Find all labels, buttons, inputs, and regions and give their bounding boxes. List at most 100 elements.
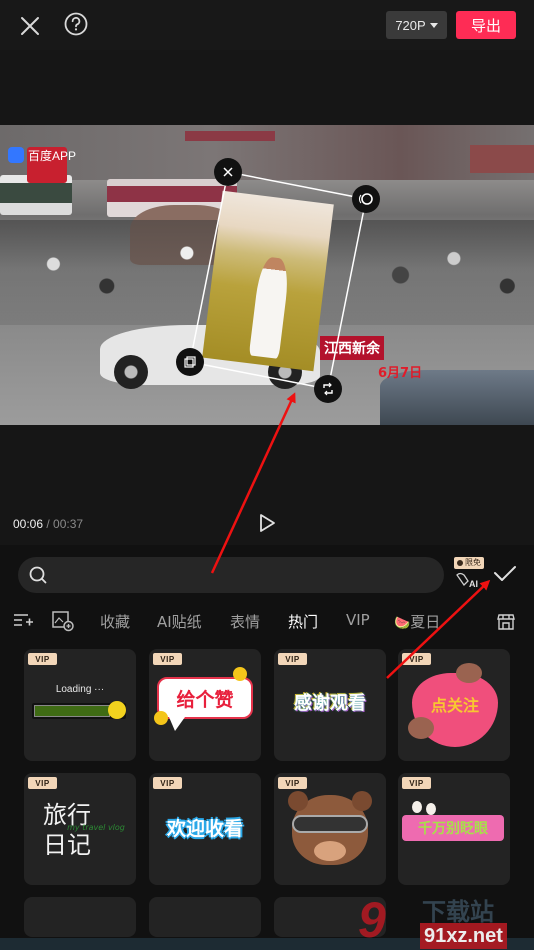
resolution-dropdown[interactable]: 720P (386, 11, 447, 39)
export-button[interactable]: 导出 (456, 11, 516, 39)
loading-bar (32, 701, 126, 719)
tab-favorites[interactable]: 收藏 (100, 611, 130, 632)
vip-badge: VIP (28, 653, 57, 665)
current-time: 00:06 (13, 517, 44, 531)
close-button[interactable] (16, 12, 44, 40)
ai-sticker-button[interactable]: 限免 AI (452, 557, 486, 591)
delete-handle[interactable] (214, 158, 242, 186)
vip-badge: VIP (28, 777, 57, 789)
rotate-icon (359, 193, 373, 205)
sticker-item[interactable] (274, 897, 386, 937)
caret-down-icon (429, 22, 438, 28)
limited-free-badge: 限免 (454, 557, 484, 569)
scale-icon (323, 382, 333, 396)
checkmark-icon (494, 566, 516, 581)
tab-summer-label: 夏日 (410, 613, 441, 631)
category-tabs: 收藏 AI贴纸 表情 热门 VIP 🍉夏日 (0, 607, 534, 637)
sticker-item[interactable] (149, 897, 261, 937)
bear-ear (352, 791, 372, 811)
video-scene-car (100, 325, 320, 389)
confirm-button[interactable] (490, 561, 520, 587)
smiley-icon (233, 667, 247, 681)
sticker-item-cool-bear[interactable]: VIP (274, 773, 386, 885)
watermelon-icon: 🍉 (394, 616, 411, 631)
loading-bar-fill (34, 705, 110, 717)
total-time: 00:37 (53, 517, 84, 531)
tab-hot[interactable]: 热门 (288, 611, 318, 632)
eye-icon (412, 801, 422, 813)
playback-time: 00:06 / 00:37 (13, 517, 83, 531)
resolution-value: 720P (395, 17, 426, 33)
sticker-item-loading[interactable]: VIP Loading ··· (24, 649, 136, 761)
sticker-item[interactable] (24, 897, 136, 937)
speech-tail (169, 717, 185, 731)
sticker-item-follow-heart[interactable]: VIP 点关注 (398, 649, 510, 761)
copy-icon (184, 356, 196, 368)
sticker-panel: 限免 AI 收藏 AI贴纸 表情 热门 VIP 🍉夏日 VIP Loading … (0, 545, 534, 950)
sunglasses-icon (292, 815, 368, 833)
vip-badge: VIP (153, 777, 182, 789)
sticker-text: 点关注 (430, 696, 479, 715)
system-nav-bar (0, 938, 534, 950)
sticker-store-button[interactable] (496, 612, 516, 636)
sticker-text: 给个赞 (157, 677, 253, 719)
manage-categories-button[interactable] (12, 610, 34, 634)
search-input[interactable] (56, 567, 416, 583)
sticker-item-travel-diary[interactable]: VIP 旅行日记 my travel vlog (24, 773, 136, 885)
pacman-icon (108, 701, 126, 719)
play-button[interactable] (257, 512, 277, 534)
preview-area: 百度APP 江西新余 6月7日 00:06 / 00:37 (0, 50, 534, 545)
bear-ear (288, 791, 308, 811)
store-icon (497, 614, 515, 630)
clock-icon (457, 560, 463, 566)
sticker-item-welcome-watch[interactable]: VIP 欢迎收看 (149, 773, 261, 885)
tab-ai-stickers[interactable]: AI贴纸 (157, 611, 202, 632)
svg-text:AI: AI (469, 579, 478, 589)
tab-vip[interactable]: VIP (346, 611, 370, 629)
bear-icon (456, 663, 482, 683)
time-separator: / (43, 517, 54, 531)
eye-icon (426, 803, 436, 815)
rotate-handle[interactable] (352, 185, 380, 213)
sticker-item-thanks-for-watching[interactable]: VIP 感谢观看 (274, 649, 386, 761)
upload-image-button[interactable] (51, 610, 75, 636)
sticker-item-dont-blink[interactable]: VIP 千万别眨眼 (398, 773, 510, 885)
car-wheel (268, 355, 302, 389)
help-icon (64, 12, 88, 36)
vip-badge: VIP (278, 653, 307, 665)
play-icon (260, 514, 275, 532)
vip-badge: VIP (153, 653, 182, 665)
close-icon (223, 167, 233, 177)
video-caption: 江西新余 (320, 336, 384, 360)
ai-brush-icon: AI (456, 572, 478, 589)
sticker-text: 感谢观看 (294, 693, 366, 714)
search-bar[interactable] (18, 557, 444, 593)
sticker-text: 千万别眨眼 (402, 815, 504, 841)
help-button[interactable] (62, 10, 90, 38)
list-add-icon (14, 614, 33, 626)
image-add-icon (52, 611, 74, 632)
tab-emoji[interactable]: 表情 (230, 611, 260, 632)
sticker-text: 欢迎收看 (166, 817, 243, 840)
tab-summer[interactable]: 🍉夏日 (394, 611, 440, 632)
bear-muzzle (314, 841, 346, 861)
video-scene-banner (470, 145, 534, 173)
vip-badge: VIP (278, 777, 307, 789)
video-scene-banner (185, 131, 275, 141)
sticker-subtext: my travel vlog (67, 823, 125, 832)
flip-handle[interactable] (176, 348, 204, 376)
vip-badge: VIP (402, 653, 431, 665)
video-date: 6月7日 (378, 366, 423, 381)
limited-free-label: 限免 (465, 558, 481, 567)
search-icon (29, 566, 47, 584)
video-scene-crowd (0, 220, 534, 330)
sticker-text: Loading ··· (55, 684, 105, 695)
baidu-logo-icon (8, 147, 24, 163)
vip-badge: VIP (402, 777, 431, 789)
source-logo-text: 百度APP (28, 149, 77, 163)
sticker-item-give-like[interactable]: VIP 给个赞 (149, 649, 261, 761)
scale-handle[interactable] (314, 375, 342, 403)
video-canvas[interactable]: 百度APP 江西新余 6月7日 (0, 125, 534, 425)
bear-icon (408, 717, 434, 739)
top-bar: 720P 导出 (0, 0, 534, 50)
